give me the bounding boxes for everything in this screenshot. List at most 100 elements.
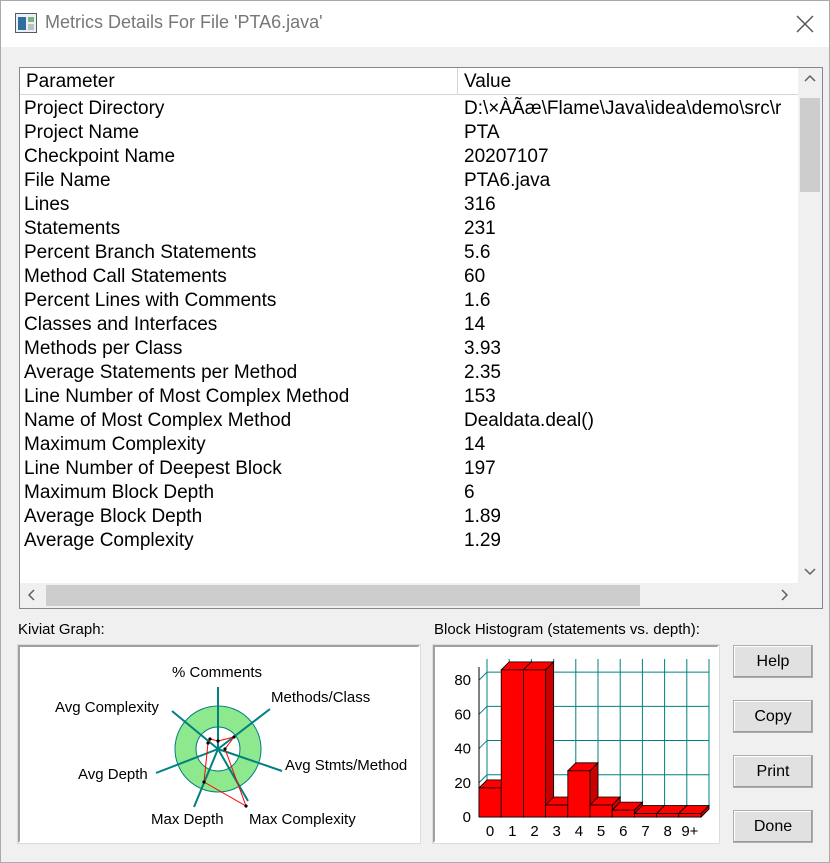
chevron-down-icon (804, 568, 816, 576)
vertical-scrollbar[interactable] (798, 68, 822, 583)
table-row[interactable]: Statements 231 (20, 217, 798, 241)
table-row[interactable]: Line Number of Most Complex Method 153 (20, 385, 798, 409)
title-bar: Metrics Details For File 'PTA6.java' (1, 1, 829, 47)
value-cell: 3.93 (464, 338, 501, 359)
table-row[interactable]: Average Statements per Method 2.35 (20, 361, 798, 385)
kiviat-axis-max-complexity: Max Complexity (249, 811, 356, 828)
print-button[interactable]: Print (733, 755, 813, 788)
column-header-value[interactable]: Value (458, 68, 798, 95)
value-cell: 5.6 (464, 242, 491, 263)
value-cell: 6 (464, 482, 475, 503)
value-cell: PTA6.java (464, 170, 551, 191)
table-row[interactable]: Lines 316 (20, 193, 798, 217)
table-row[interactable]: Average Block Depth 1.89 (20, 505, 798, 529)
value-cell: 14 (464, 434, 486, 455)
scroll-corner (798, 583, 822, 608)
chevron-right-icon (781, 589, 789, 601)
block-histogram: 0 20 40 60 80 0 1 2 3 4 5 6 7 8 9+ (432, 644, 720, 844)
table-row[interactable]: Percent Branch Statements 5.6 (20, 241, 798, 265)
histogram-bar-front (589, 804, 613, 818)
kiviat-axis-comments: % Comments (172, 664, 262, 681)
kiviat-svg: % Comments Methods/Class Avg Stmts/Metho… (55, 664, 407, 828)
table-row[interactable]: Maximum Block Depth 6 (20, 481, 798, 505)
histogram-label: Block Histogram (statements vs. depth): (434, 621, 700, 638)
kiviat-label: Kiviat Graph: (18, 621, 105, 638)
histogram-bar-side (545, 660, 554, 818)
histogram-x-tick: 5 (597, 823, 605, 840)
table-row[interactable]: Name of Most Complex Method Dealdata.deal… (20, 409, 798, 433)
table-row[interactable]: Percent Lines with Comments 1.6 (20, 289, 798, 313)
parameter-cell: Methods per Class (24, 338, 183, 359)
histogram-y-tick: 80 (454, 672, 471, 689)
scroll-left-button[interactable] (20, 583, 44, 608)
value-cell: 1.29 (464, 530, 501, 551)
histogram-bar (522, 660, 555, 818)
table-row[interactable]: Checkpoint Name 20207107 (20, 145, 798, 169)
histogram-x-tick: 3 (553, 823, 561, 840)
table-row[interactable]: Classes and Interfaces 14 (20, 313, 798, 337)
histogram-gridline (478, 740, 488, 749)
parameter-cell: Percent Lines with Comments (24, 290, 277, 311)
histogram-x-tick: 7 (641, 823, 649, 840)
parameter-cell: Average Statements per Method (24, 362, 298, 383)
close-icon (796, 15, 814, 33)
parameter-cell: Checkpoint Name (24, 146, 176, 167)
window-title: Metrics Details For File 'PTA6.java' (45, 12, 323, 32)
table-row[interactable]: Project Name PTA (20, 121, 798, 145)
value-cell: 197 (464, 458, 496, 479)
kiviat-axis-methods-class: Methods/Class (271, 689, 370, 706)
scroll-right-button[interactable] (772, 583, 796, 608)
horizontal-scroll-thumb[interactable] (46, 585, 640, 606)
histogram-bar-front (523, 669, 547, 818)
parameter-cell: Maximum Block Depth (24, 482, 215, 503)
metrics-details-window: Metrics Details For File 'PTA6.java' Par… (0, 0, 830, 863)
table-row[interactable]: Project Directory D:\×ÀÃæ\Flame\Java\idea… (20, 97, 798, 121)
value-cell: PTA (464, 122, 500, 143)
kiviat-axis-avg-depth: Avg Depth (78, 766, 148, 783)
parameter-cell: Percent Branch Statements (24, 242, 257, 263)
histogram-x-tick: 0 (486, 823, 494, 840)
scroll-down-button[interactable] (798, 561, 822, 583)
table-row[interactable]: Line Number of Deepest Block 197 (20, 457, 798, 481)
value-cell: 1.6 (464, 290, 491, 311)
kiviat-axis-max-depth: Max Depth (151, 811, 224, 828)
table-row[interactable]: File Name PTA6.java (20, 169, 798, 193)
vertical-scroll-thumb[interactable] (800, 98, 820, 192)
histogram-gridline (478, 671, 488, 681)
table-header: Parameter Value (20, 68, 798, 95)
kiviat-graph: % Comments Methods/Class Avg Stmts/Metho… (17, 644, 421, 844)
table-row[interactable]: Methods per Class 3.93 (20, 337, 798, 361)
parameter-cell: File Name (24, 170, 111, 191)
table-row[interactable]: Average Complexity 1.29 (20, 529, 798, 553)
metrics-table[interactable]: Parameter Value Project Directory D:\×ÀÃæ… (19, 67, 823, 609)
column-header-parameter[interactable]: Parameter (20, 68, 458, 95)
histogram-bar-front (678, 813, 702, 818)
table-row[interactable]: Maximum Complexity 14 (20, 433, 798, 457)
value-cell: 1.89 (464, 506, 501, 527)
histogram-bar-front (633, 813, 657, 818)
histogram-x-tick: 9+ (681, 823, 698, 840)
parameter-cell: Line Number of Most Complex Method (24, 386, 350, 407)
parameter-cell: Lines (24, 194, 70, 215)
value-cell: 60 (464, 266, 486, 287)
histogram-y-tick: 60 (454, 706, 471, 723)
table-row[interactable]: Method Call Statements 60 (20, 265, 798, 289)
horizontal-scrollbar[interactable] (20, 583, 798, 608)
histogram-bar-front (500, 669, 524, 818)
value-cell: Dealdata.deal() (464, 410, 594, 431)
histogram-y-tick: 20 (454, 775, 471, 792)
close-button[interactable] (787, 7, 823, 41)
scroll-up-button[interactable] (798, 68, 822, 90)
help-button[interactable]: Help (733, 645, 813, 678)
value-cell: 153 (464, 386, 496, 407)
parameter-cell: Average Block Depth (24, 506, 203, 527)
histogram-bar-front (478, 787, 502, 818)
histogram-x-tick: 1 (508, 823, 516, 840)
copy-button[interactable]: Copy (733, 700, 813, 733)
parameter-cell: Line Number of Deepest Block (24, 458, 282, 479)
histogram-x-tick: 6 (619, 823, 627, 840)
histogram-x-tick: 4 (575, 823, 583, 840)
kiviat-axis-avg-stmts: Avg Stmts/Method (285, 757, 407, 774)
parameter-cell: Project Name (24, 122, 140, 143)
done-button[interactable]: Done (733, 810, 813, 843)
